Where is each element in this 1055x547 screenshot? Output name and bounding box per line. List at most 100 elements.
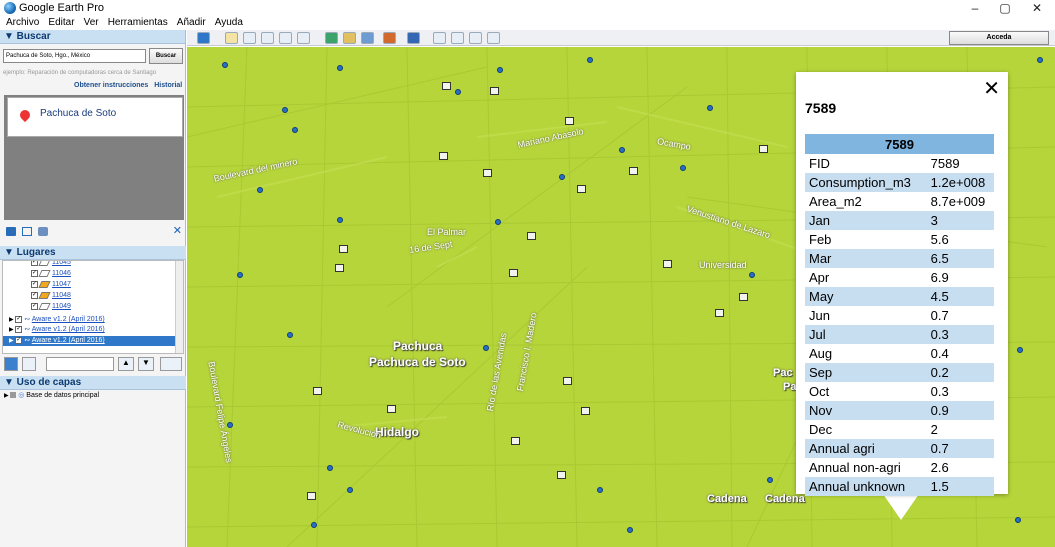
building-icon[interactable] (509, 269, 518, 277)
tree-item-label[interactable]: Aware v1.2 (April 2016) (32, 337, 105, 344)
building-icon[interactable] (439, 152, 448, 160)
placemark-icon[interactable] (311, 522, 317, 528)
checkbox[interactable]: ✓ (31, 261, 38, 266)
placemark-icon[interactable] (559, 174, 565, 180)
menu-anadir[interactable]: Añadir (177, 16, 206, 30)
placemark-icon[interactable] (257, 187, 263, 193)
building-icon[interactable] (565, 117, 574, 125)
minimize-button[interactable]: – (960, 0, 990, 16)
placemark-icon[interactable] (337, 217, 343, 223)
building-icon[interactable] (387, 405, 396, 413)
placemark-icon[interactable] (587, 57, 593, 63)
view-maps-icon[interactable] (469, 32, 482, 44)
panel-toggle-icon[interactable] (22, 357, 36, 371)
tree-item-11046[interactable]: ✓ 11046 (31, 269, 71, 279)
placemark-icon[interactable] (292, 127, 298, 133)
clear-search-icon[interactable]: ✕ (173, 224, 182, 237)
placemark-icon[interactable] (347, 487, 353, 493)
sidebar-toggle-icon[interactable] (197, 32, 210, 44)
layers-panel-header[interactable]: ▼ Uso de capas (0, 376, 186, 390)
placemark-icon[interactable] (225, 32, 238, 44)
building-icon[interactable] (563, 377, 572, 385)
places-scrollbar[interactable] (175, 261, 183, 353)
building-icon[interactable] (557, 471, 566, 479)
building-icon[interactable] (442, 82, 451, 90)
menu-herramientas[interactable]: Herramientas (108, 16, 168, 30)
checkbox[interactable]: ✓ (15, 336, 23, 344)
tree-item-11047[interactable]: ✓ 11047 (31, 280, 71, 290)
search-places-icon[interactable] (4, 357, 18, 371)
tree-item-aware-2[interactable]: ▶ ✓ ∾ Aware v1.2 (April 2016) (9, 325, 105, 335)
placemark-icon[interactable] (749, 272, 755, 278)
placemark-icon[interactable] (337, 65, 343, 71)
placemark-icon[interactable] (497, 67, 503, 73)
planets-icon[interactable] (361, 32, 374, 44)
sign-in-button[interactable]: Acceda (949, 31, 1049, 45)
placemark-icon[interactable] (327, 465, 333, 471)
places-panel-header[interactable]: ▼ Lugares (0, 246, 186, 260)
add-to-places-icon[interactable] (6, 227, 16, 236)
maximize-button[interactable]: ▢ (990, 0, 1020, 16)
tree-item-label[interactable]: Aware v1.2 (April 2016) (32, 316, 105, 323)
tree-item-label[interactable]: 11048 (52, 292, 71, 299)
placemark-icon[interactable] (767, 477, 773, 483)
places-filter-input[interactable] (46, 357, 114, 371)
building-icon[interactable] (339, 245, 348, 253)
placemark-icon[interactable] (287, 332, 293, 338)
checkbox[interactable]: ✓ (31, 302, 38, 310)
building-icon[interactable] (511, 437, 520, 445)
layer-item-primary-db[interactable]: ▶ ◎ Base de datos principal (0, 390, 186, 402)
placemark-icon[interactable] (282, 107, 288, 113)
tree-item-aware-3[interactable]: ▶ ✓ ∾ Aware v1.2 (April 2016) (3, 336, 177, 346)
building-icon[interactable] (307, 492, 316, 500)
email-icon[interactable] (407, 32, 420, 44)
building-icon[interactable] (663, 260, 672, 268)
tree-item-label[interactable]: 11045 (52, 261, 71, 266)
move-down-icon[interactable]: ▼ (138, 357, 154, 371)
building-icon[interactable] (483, 169, 492, 177)
checkbox[interactable]: ✓ (31, 280, 38, 288)
menu-ayuda[interactable]: Ayuda (215, 16, 243, 30)
building-icon[interactable] (335, 264, 344, 272)
placemark-icon[interactable] (1017, 347, 1023, 353)
building-icon[interactable] (739, 293, 748, 301)
tree-item-label[interactable]: 11047 (52, 281, 71, 288)
tour-icon[interactable] (297, 32, 310, 44)
building-icon[interactable] (629, 167, 638, 175)
placemark-icon[interactable] (1015, 517, 1021, 523)
tree-item-label[interactable]: Aware v1.2 (April 2016) (32, 326, 105, 333)
building-icon[interactable] (581, 407, 590, 415)
tree-item-aware-1[interactable]: ▶ ✓ ∾ Aware v1.2 (April 2016) (9, 315, 105, 325)
placemark-icon[interactable] (483, 345, 489, 351)
placemark-icon[interactable] (455, 89, 461, 95)
ruler-icon[interactable] (383, 32, 396, 44)
search-input[interactable]: Pachuca de Soto, Hgo., México (3, 49, 146, 63)
building-icon[interactable] (759, 145, 768, 153)
tree-item-label[interactable]: 11049 (52, 303, 71, 310)
tree-item-label[interactable]: 11046 (52, 270, 71, 277)
folder-icon[interactable] (160, 357, 182, 371)
sunlight-icon[interactable] (343, 32, 356, 44)
building-icon[interactable] (715, 309, 724, 317)
placemark-icon[interactable] (627, 527, 633, 533)
building-icon[interactable] (527, 232, 536, 240)
checkbox[interactable]: ✓ (31, 269, 38, 277)
historical-imagery-icon[interactable] (325, 32, 338, 44)
menu-archivo[interactable]: Archivo (6, 16, 39, 30)
tree-item-11049[interactable]: ✓ 11049 (31, 302, 71, 312)
placemark-icon[interactable] (222, 62, 228, 68)
building-icon[interactable] (490, 87, 499, 95)
move-up-icon[interactable]: ▲ (118, 357, 134, 371)
print-map-icon[interactable] (433, 32, 446, 44)
history-link[interactable]: Historial (154, 82, 182, 89)
search-panel-header[interactable]: ▼ Buscar (0, 30, 185, 44)
menu-ver[interactable]: Ver (84, 16, 99, 30)
close-window-button[interactable]: ✕ (1022, 0, 1052, 16)
checkbox[interactable]: ✓ (15, 325, 23, 333)
placemark-icon[interactable] (237, 272, 243, 278)
close-icon[interactable]: ✕ (983, 76, 1000, 101)
building-icon[interactable] (313, 387, 322, 395)
directions-link[interactable]: Obtener instrucciones (74, 82, 148, 89)
checkbox[interactable] (10, 392, 17, 399)
placemark-icon[interactable] (495, 219, 501, 225)
